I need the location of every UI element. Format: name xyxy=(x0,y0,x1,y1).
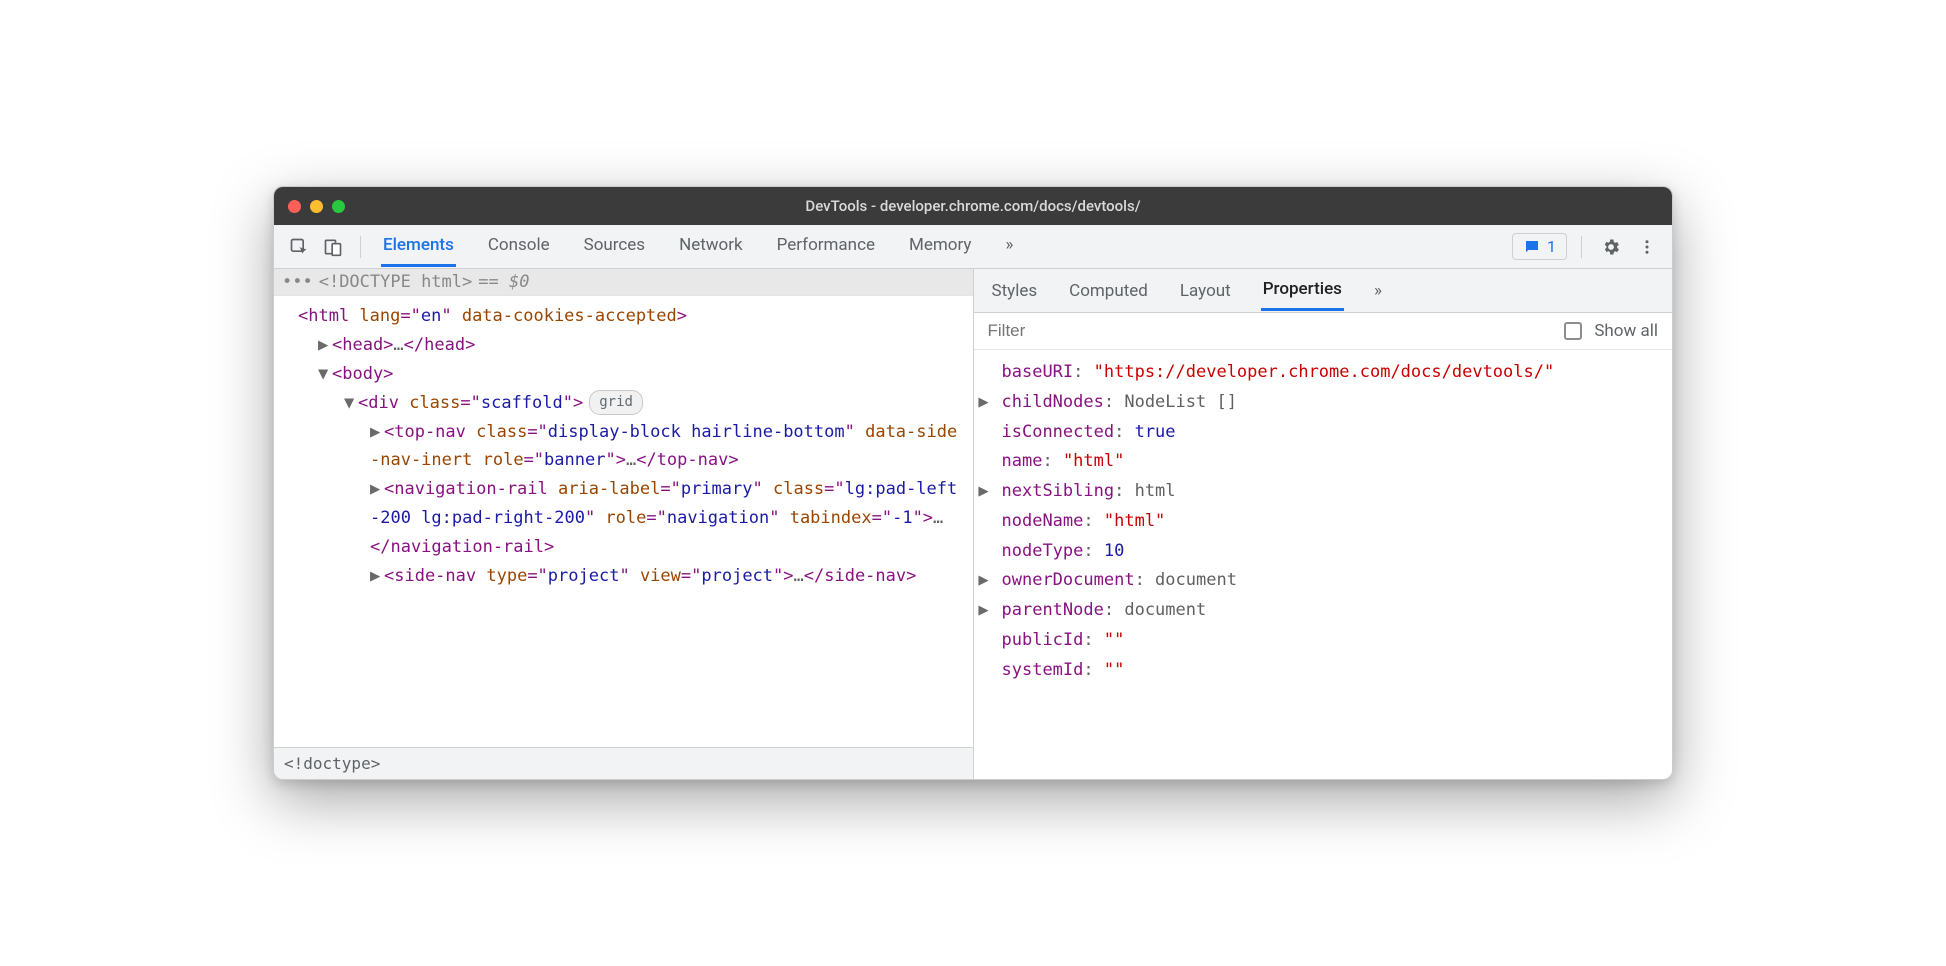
property-key: parentNode xyxy=(1002,600,1104,620)
property-key: nextSibling xyxy=(1002,481,1115,501)
dom-html-open[interactable]: <html lang="en" data-cookies-accepted> xyxy=(282,302,963,331)
property-row[interactable]: nodeName: "html" xyxy=(986,507,1661,537)
property-value: "" xyxy=(1104,660,1124,680)
property-value: NodeList [] xyxy=(1124,392,1237,412)
settings-icon[interactable] xyxy=(1596,232,1626,262)
tab-network[interactable]: Network xyxy=(677,226,745,267)
toolbar-separator xyxy=(360,236,361,258)
titlebar: DevTools - developer.chrome.com/docs/dev… xyxy=(274,187,1672,225)
minimize-window-button[interactable] xyxy=(310,200,323,213)
rtab-layout[interactable]: Layout xyxy=(1178,272,1233,310)
expand-arrow-icon[interactable]: ▶ xyxy=(986,477,1002,507)
expand-arrow-icon[interactable]: ▶ xyxy=(370,562,384,591)
more-tabs-icon[interactable]: » xyxy=(1003,226,1015,267)
property-value: document xyxy=(1124,600,1206,620)
issues-count: 1 xyxy=(1547,237,1556,256)
property-value: document xyxy=(1155,570,1237,590)
dom-side-nav[interactable]: ▶<side-nav type="project" view="project"… xyxy=(282,562,963,591)
property-row[interactable]: ▶nextSibling: html xyxy=(986,477,1661,507)
property-key: publicId xyxy=(1002,630,1084,650)
expand-arrow-icon[interactable]: ▶ xyxy=(986,566,1002,596)
property-row[interactable]: ▶childNodes: NodeList [] xyxy=(986,388,1661,418)
window-controls xyxy=(288,200,345,213)
more-options-icon[interactable] xyxy=(1632,232,1662,262)
sidebar-tabs: Styles Computed Layout Properties » xyxy=(974,269,1673,313)
inspect-element-icon[interactable] xyxy=(284,232,314,262)
property-row[interactable]: systemId: "" xyxy=(986,656,1661,686)
dom-body-open[interactable]: ▼<body> xyxy=(282,360,963,389)
expand-arrow-icon[interactable]: ▶ xyxy=(986,596,1002,626)
collapse-arrow-icon[interactable]: ▼ xyxy=(344,389,358,418)
panel-tabs: Elements Console Sources Network Perform… xyxy=(373,226,1508,267)
expand-arrow-icon[interactable]: ▶ xyxy=(986,388,1002,418)
expand-arrow-icon[interactable]: ▶ xyxy=(370,475,384,504)
selected-node-ref: == $0 xyxy=(478,272,529,292)
property-value: 10 xyxy=(1104,541,1124,561)
toolbar-right: 1 xyxy=(1512,232,1662,262)
window-title: DevTools - developer.chrome.com/docs/dev… xyxy=(274,197,1672,215)
filter-input[interactable] xyxy=(988,321,1553,341)
property-row[interactable]: baseURI: "https://developer.chrome.com/d… xyxy=(986,358,1661,388)
dom-head[interactable]: ▶<head>…</head> xyxy=(282,331,963,360)
property-value: true xyxy=(1135,422,1176,442)
grid-badge[interactable]: grid xyxy=(589,390,643,416)
device-toolbar-icon[interactable] xyxy=(318,232,348,262)
property-value: "html" xyxy=(1104,511,1165,531)
property-key: nodeType xyxy=(1002,541,1084,561)
devtools-window: DevTools - developer.chrome.com/docs/dev… xyxy=(273,186,1673,780)
rtab-styles[interactable]: Styles xyxy=(990,272,1040,310)
ellipsis-icon: ••• xyxy=(282,272,313,292)
properties-list[interactable]: baseURI: "https://developer.chrome.com/d… xyxy=(974,350,1673,779)
show-all-checkbox[interactable] xyxy=(1564,322,1582,340)
zoom-window-button[interactable] xyxy=(332,200,345,213)
show-all-label: Show all xyxy=(1594,321,1658,341)
filter-row: Show all xyxy=(974,313,1673,350)
property-row[interactable]: ▶ownerDocument: document xyxy=(986,566,1661,596)
selected-node-row[interactable]: ••• <!DOCTYPE html> == $0 xyxy=(274,269,973,296)
tab-console[interactable]: Console xyxy=(486,226,552,267)
property-key: baseURI xyxy=(1002,362,1074,382)
issues-button[interactable]: 1 xyxy=(1512,233,1567,260)
expand-arrow-icon[interactable]: ▶ xyxy=(318,331,332,360)
tab-sources[interactable]: Sources xyxy=(582,226,647,267)
tab-elements[interactable]: Elements xyxy=(381,226,456,267)
property-row[interactable]: nodeType: 10 xyxy=(986,537,1661,567)
property-value: html xyxy=(1135,481,1176,501)
property-key: nodeName xyxy=(1002,511,1084,531)
breadcrumb-item[interactable]: <!doctype> xyxy=(284,754,380,773)
property-key: systemId xyxy=(1002,660,1084,680)
property-value: "html" xyxy=(1063,451,1124,471)
dom-div-scaffold[interactable]: ▼<div class="scaffold">grid xyxy=(282,389,963,418)
property-row[interactable]: isConnected: true xyxy=(986,418,1661,448)
tab-performance[interactable]: Performance xyxy=(775,226,877,267)
tab-memory[interactable]: Memory xyxy=(907,226,973,267)
breadcrumb[interactable]: <!doctype> xyxy=(274,747,973,779)
property-key: ownerDocument xyxy=(1002,570,1135,590)
property-key: name xyxy=(1002,451,1043,471)
property-row[interactable]: publicId: "" xyxy=(986,626,1661,656)
main-area: ••• <!DOCTYPE html> == $0 <html lang="en… xyxy=(274,269,1672,779)
property-row[interactable]: ▶parentNode: document xyxy=(986,596,1661,626)
property-value: "" xyxy=(1104,630,1124,650)
elements-panel: ••• <!DOCTYPE html> == $0 <html lang="en… xyxy=(274,269,974,779)
selected-node-text: <!DOCTYPE html> xyxy=(319,272,473,292)
property-value: "https://developer.chrome.com/docs/devto… xyxy=(1094,362,1555,382)
expand-arrow-icon[interactable]: ▶ xyxy=(370,418,384,447)
toolbar-separator xyxy=(1581,236,1582,258)
collapse-arrow-icon[interactable]: ▼ xyxy=(318,360,332,389)
close-window-button[interactable] xyxy=(288,200,301,213)
property-key: isConnected xyxy=(1002,422,1115,442)
dom-top-nav[interactable]: ▶<top-nav class="display-block hairline-… xyxy=(282,418,963,476)
dom-tree[interactable]: <html lang="en" data-cookies-accepted> ▶… xyxy=(274,296,973,747)
main-toolbar: Elements Console Sources Network Perform… xyxy=(274,225,1672,269)
property-key: childNodes xyxy=(1002,392,1104,412)
more-tabs-icon[interactable]: » xyxy=(1372,272,1384,310)
dom-navigation-rail[interactable]: ▶<navigation-rail aria-label="primary" c… xyxy=(282,475,963,562)
rtab-computed[interactable]: Computed xyxy=(1067,272,1150,310)
property-row[interactable]: name: "html" xyxy=(986,447,1661,477)
sidebar-panel: Styles Computed Layout Properties » Show… xyxy=(974,269,1673,779)
rtab-properties[interactable]: Properties xyxy=(1261,270,1344,311)
